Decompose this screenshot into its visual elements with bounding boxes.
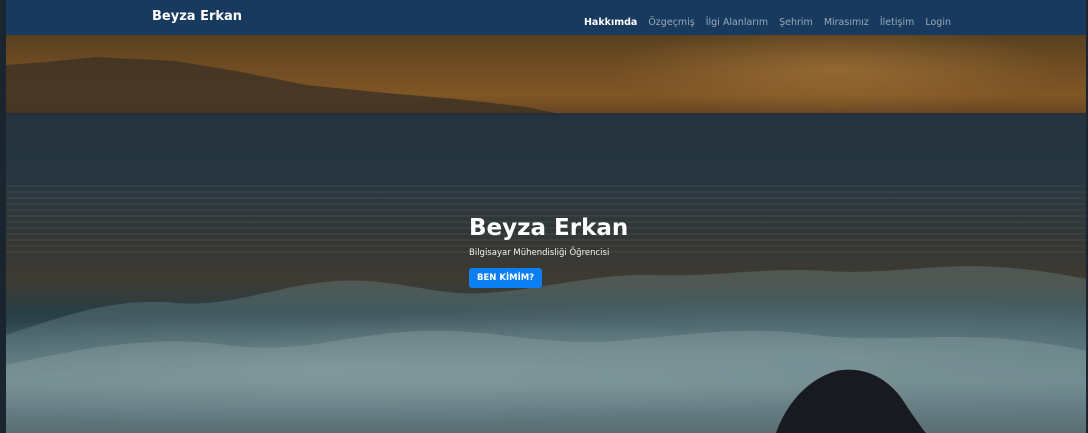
nav-link-ozgecmis[interactable]: Özgeçmiş	[648, 17, 694, 28]
nav-links: Hakkımda Özgeçmiş İlgi Alanlarım Şehrim …	[584, 10, 951, 29]
nav-link-mirasimiz[interactable]: Mirasımız	[824, 17, 869, 28]
ben-kimim-button[interactable]: BEN KİMİM?	[469, 268, 543, 288]
nav-item-sehrim: Şehrim	[779, 10, 813, 29]
nav-link-login[interactable]: Login	[925, 17, 951, 28]
nav-item-mirasimiz: Mirasımız	[824, 10, 869, 29]
nav-item-iletisim: İletişim	[880, 10, 915, 29]
nav-item-login: Login	[925, 10, 951, 29]
nav-item-ozgecmis: Özgeçmiş	[648, 10, 694, 29]
page: Beyza Erkan Hakkımda Özgeçmiş İlgi Alanl…	[6, 0, 1086, 433]
hero-subtitle: Bilgisayar Mühendisliği Öğrencisi	[469, 248, 610, 258]
nav-link-ilgi-alanlarim[interactable]: İlgi Alanlarım	[706, 17, 768, 28]
nav-link-sehrim[interactable]: Şehrim	[779, 17, 813, 28]
brand-link[interactable]: Beyza Erkan	[152, 9, 242, 24]
navbar: Beyza Erkan Hakkımda Özgeçmiş İlgi Alanl…	[6, 0, 1086, 35]
hero-content: Beyza Erkan Bilgisayar Mühendisliği Öğre…	[469, 214, 628, 288]
nav-item-hakkimda: Hakkımda	[584, 10, 637, 29]
nav-link-hakkimda[interactable]: Hakkımda	[584, 17, 637, 28]
hero-title: Beyza Erkan	[469, 215, 629, 241]
nav-item-ilgi-alanlarim: İlgi Alanlarım	[706, 10, 768, 29]
nav-link-iletisim[interactable]: İletişim	[880, 17, 915, 28]
